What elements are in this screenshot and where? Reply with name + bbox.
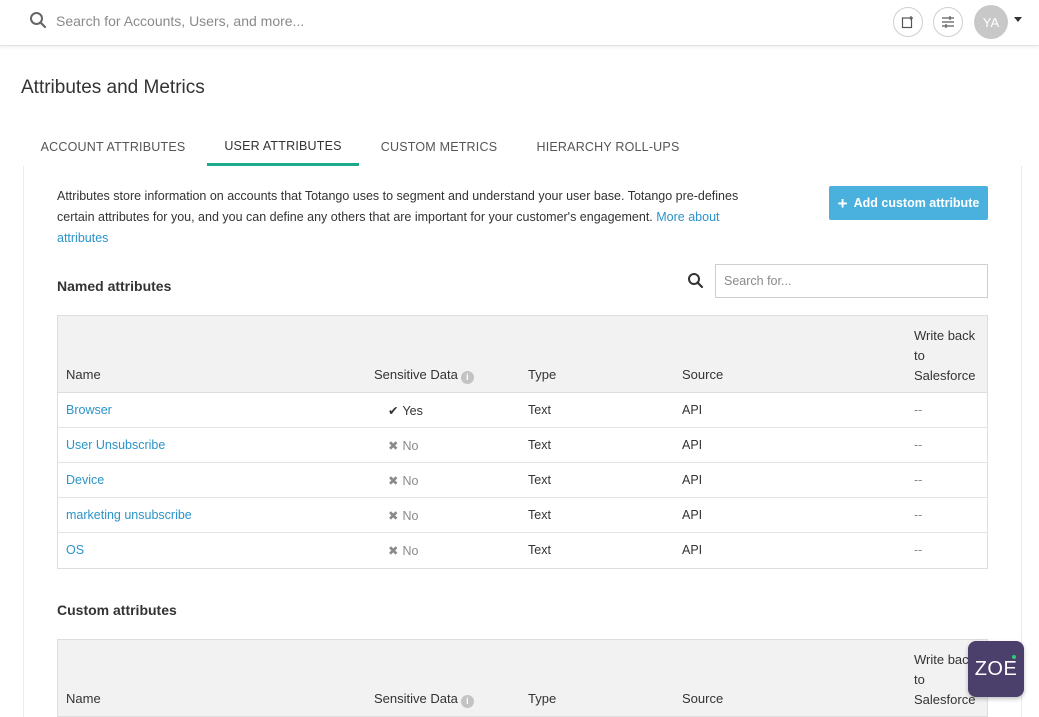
write-back-line-2: to [914, 672, 925, 687]
sensitive-label: Yes [402, 404, 423, 418]
sensitive-value: ✔ Yes [388, 403, 423, 418]
column-sensitive-data[interactable]: Sensitive Data i [374, 691, 474, 708]
column-name[interactable]: Name [66, 691, 101, 706]
top-bar: Search for Accounts, Users, and more... … [0, 0, 1039, 46]
sensitive-label: No [402, 439, 419, 453]
table-row: marketing unsubscribe ✖ No Text API -- [58, 498, 987, 533]
global-search-input[interactable]: Search for Accounts, Users, and more... [56, 13, 304, 29]
column-sensitive-data[interactable]: Sensitive Data i [374, 367, 474, 384]
sensitive-label: No [402, 509, 419, 523]
zoe-assistant-button[interactable]: ZOE [968, 641, 1024, 697]
add-custom-attribute-label: Add custom attribute [853, 196, 980, 210]
table-row: Device ✖ No Text API -- [58, 463, 987, 498]
write-back-line-3: Salesforce [914, 692, 976, 707]
table-header: Name Sensitive Data i Type Source Write b… [58, 316, 987, 393]
description-body: Attributes store information on accounts… [57, 189, 739, 224]
custom-attributes-table: Name Sensitive Data i Type Source Write b… [57, 639, 988, 717]
write-back-line-1: Write back [914, 652, 976, 667]
attribute-name-link[interactable]: Device [66, 473, 104, 487]
column-type[interactable]: Type [528, 691, 556, 706]
tab-account-attributes[interactable]: ACCOUNT ATTRIBUTES [21, 128, 205, 166]
writeback-value: -- [914, 543, 923, 557]
source-value: API [682, 403, 703, 417]
writeback-value: -- [914, 473, 923, 487]
edit-note-icon [901, 16, 913, 29]
filter-settings-button[interactable] [933, 7, 963, 37]
chevron-down-icon[interactable] [1014, 17, 1022, 22]
type-value: Text [528, 508, 551, 522]
user-avatar[interactable]: YA [974, 5, 1008, 39]
tab-user-attributes[interactable]: USER ATTRIBUTES [207, 128, 359, 166]
plus-icon: + [837, 193, 848, 213]
write-back-line-2: to [914, 348, 925, 363]
online-status-dot [1012, 655, 1016, 659]
sensitive-label: No [402, 544, 419, 558]
attribute-name-link[interactable]: User Unsubscribe [66, 438, 165, 452]
source-value: API [682, 508, 703, 522]
attribute-name-link[interactable]: Browser [66, 403, 112, 417]
description-text: Attributes store information on accounts… [57, 186, 757, 249]
named-attributes-title: Named attributes [57, 278, 172, 294]
column-name[interactable]: Name [66, 367, 101, 382]
type-value: Text [528, 473, 551, 487]
sensitive-value: ✖ No [388, 543, 418, 558]
close-icon: ✖ [388, 474, 399, 488]
type-value: Text [528, 543, 551, 557]
new-note-button[interactable] [893, 7, 923, 37]
writeback-value: -- [914, 438, 923, 452]
type-value: Text [528, 438, 551, 452]
close-icon: ✖ [388, 544, 399, 558]
sliders-icon [942, 16, 954, 28]
source-value: API [682, 438, 703, 452]
column-type[interactable]: Type [528, 367, 556, 382]
source-value: API [682, 543, 703, 557]
attribute-search-input[interactable]: Search for... [715, 264, 988, 298]
writeback-value: -- [914, 403, 923, 417]
writeback-value: -- [914, 508, 923, 522]
page-title: Attributes and Metrics [21, 77, 205, 98]
column-sensitive-data-label: Sensitive Data [374, 367, 458, 382]
close-icon: ✖ [388, 509, 399, 523]
search-icon [30, 12, 47, 29]
info-icon[interactable]: i [460, 695, 474, 708]
column-write-back[interactable]: Write back to Salesforce [914, 650, 975, 710]
attribute-name-link[interactable]: OS [66, 543, 84, 557]
column-source[interactable]: Source [682, 367, 723, 382]
zoe-label: ZOE [974, 657, 1018, 680]
type-value: Text [528, 403, 551, 417]
close-icon: ✖ [388, 439, 399, 453]
search-icon[interactable] [687, 272, 704, 289]
sensitive-value: ✖ No [388, 508, 418, 523]
table-header: Name Sensitive Data i Type Source Write b… [58, 640, 987, 717]
table-row: OS ✖ No Text API -- [58, 533, 987, 568]
source-value: API [682, 473, 703, 487]
write-back-line-1: Write back [914, 328, 976, 343]
table-row: User Unsubscribe ✖ No Text API -- [58, 428, 987, 463]
tab-custom-metrics[interactable]: CUSTOM METRICS [369, 128, 509, 166]
tab-hierarchy-roll-ups[interactable]: HIERARCHY ROLL-UPS [523, 128, 693, 166]
check-icon: ✔ [388, 404, 399, 418]
column-sensitive-data-label: Sensitive Data [374, 691, 458, 706]
custom-attributes-title: Custom attributes [57, 602, 177, 618]
column-write-back[interactable]: Write back to Salesforce [914, 326, 975, 386]
sensitive-value: ✖ No [388, 438, 418, 453]
write-back-line-3: Salesforce [914, 368, 976, 383]
column-source[interactable]: Source [682, 691, 723, 706]
attribute-name-link[interactable]: marketing unsubscribe [66, 508, 192, 522]
sensitive-value: ✖ No [388, 473, 418, 488]
named-attributes-table: Name Sensitive Data i Type Source Write b… [57, 315, 988, 569]
sensitive-label: No [402, 474, 419, 488]
info-icon[interactable]: i [460, 371, 474, 384]
add-custom-attribute-button[interactable]: + Add custom attribute [829, 186, 988, 220]
table-row: Browser ✔ Yes Text API -- [58, 393, 987, 428]
